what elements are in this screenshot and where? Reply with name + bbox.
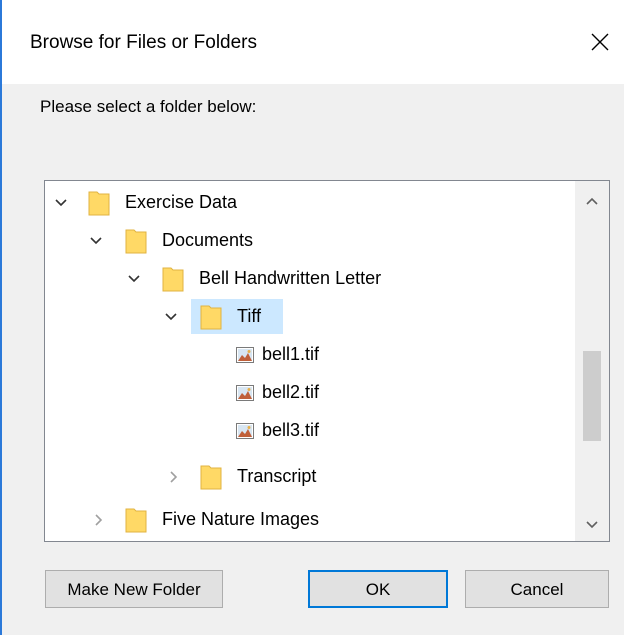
close-icon (591, 33, 609, 51)
tree-item-bell1[interactable]: bell1.tif (45, 336, 575, 374)
folder-icon (162, 267, 184, 292)
tree-item-documents[interactable]: Documents (45, 222, 575, 260)
tree-item-transcript[interactable]: Transcript (45, 458, 575, 496)
make-new-folder-button[interactable]: Make New Folder (45, 570, 223, 608)
tree-item-bell3[interactable]: bell3.tif (45, 412, 575, 450)
image-file-icon (236, 385, 254, 401)
cancel-button[interactable]: Cancel (465, 570, 609, 608)
folder-icon (88, 191, 110, 216)
scroll-up-button[interactable] (575, 185, 609, 219)
tree-item-label: Documents (162, 230, 254, 250)
tree-item-label: Tiff (237, 306, 262, 326)
image-file-icon (236, 423, 254, 439)
tree-item-label: Transcript (237, 466, 317, 486)
chevron-down-icon[interactable] (127, 272, 141, 286)
tree-item-bell-handwritten-letter[interactable]: Bell Handwritten Letter (45, 260, 575, 298)
folder-tree[interactable]: Exercise Data Documents Bell Handwritten… (44, 180, 610, 542)
chevron-down-icon[interactable] (89, 234, 103, 248)
tree-item-five-nature-images[interactable]: Five Nature Images (45, 501, 575, 539)
chevron-right-icon[interactable] (166, 470, 180, 484)
tree-item-label: Exercise Data (125, 192, 238, 212)
image-file-icon (236, 347, 254, 363)
title-bar: Browse for Files or Folders (2, 0, 624, 84)
vertical-scrollbar[interactable] (575, 181, 609, 541)
tree-item-label: Five Nature Images (162, 509, 320, 529)
scroll-thumb[interactable] (583, 351, 601, 441)
tree-item-bell2[interactable]: bell2.tif (45, 374, 575, 412)
folder-icon (125, 508, 147, 533)
chevron-right-icon[interactable] (91, 513, 105, 527)
chevron-down-icon[interactable] (164, 310, 178, 324)
tree-item-label: Bell Handwritten Letter (199, 268, 382, 288)
chevron-down-icon[interactable] (54, 196, 68, 210)
tree-item-label: bell1.tif (262, 344, 320, 364)
chevron-down-icon (586, 521, 598, 529)
browse-dialog: Browse for Files or Folders Please selec… (0, 0, 624, 635)
tree-item-label: bell2.tif (262, 382, 320, 402)
dialog-title: Browse for Files or Folders (30, 32, 258, 53)
folder-icon (200, 305, 222, 330)
close-button[interactable] (580, 22, 620, 62)
folder-icon (125, 229, 147, 254)
tree-item-label: bell3.tif (262, 420, 320, 440)
ok-button[interactable]: OK (308, 570, 448, 608)
prompt-text: Please select a folder below: (40, 97, 257, 116)
chevron-up-icon (586, 197, 598, 205)
tree-item-exercise-data[interactable]: Exercise Data (45, 184, 575, 222)
folder-icon (200, 465, 222, 490)
scroll-down-button[interactable] (575, 507, 609, 541)
tree-item-tiff[interactable]: Tiff (45, 298, 575, 336)
